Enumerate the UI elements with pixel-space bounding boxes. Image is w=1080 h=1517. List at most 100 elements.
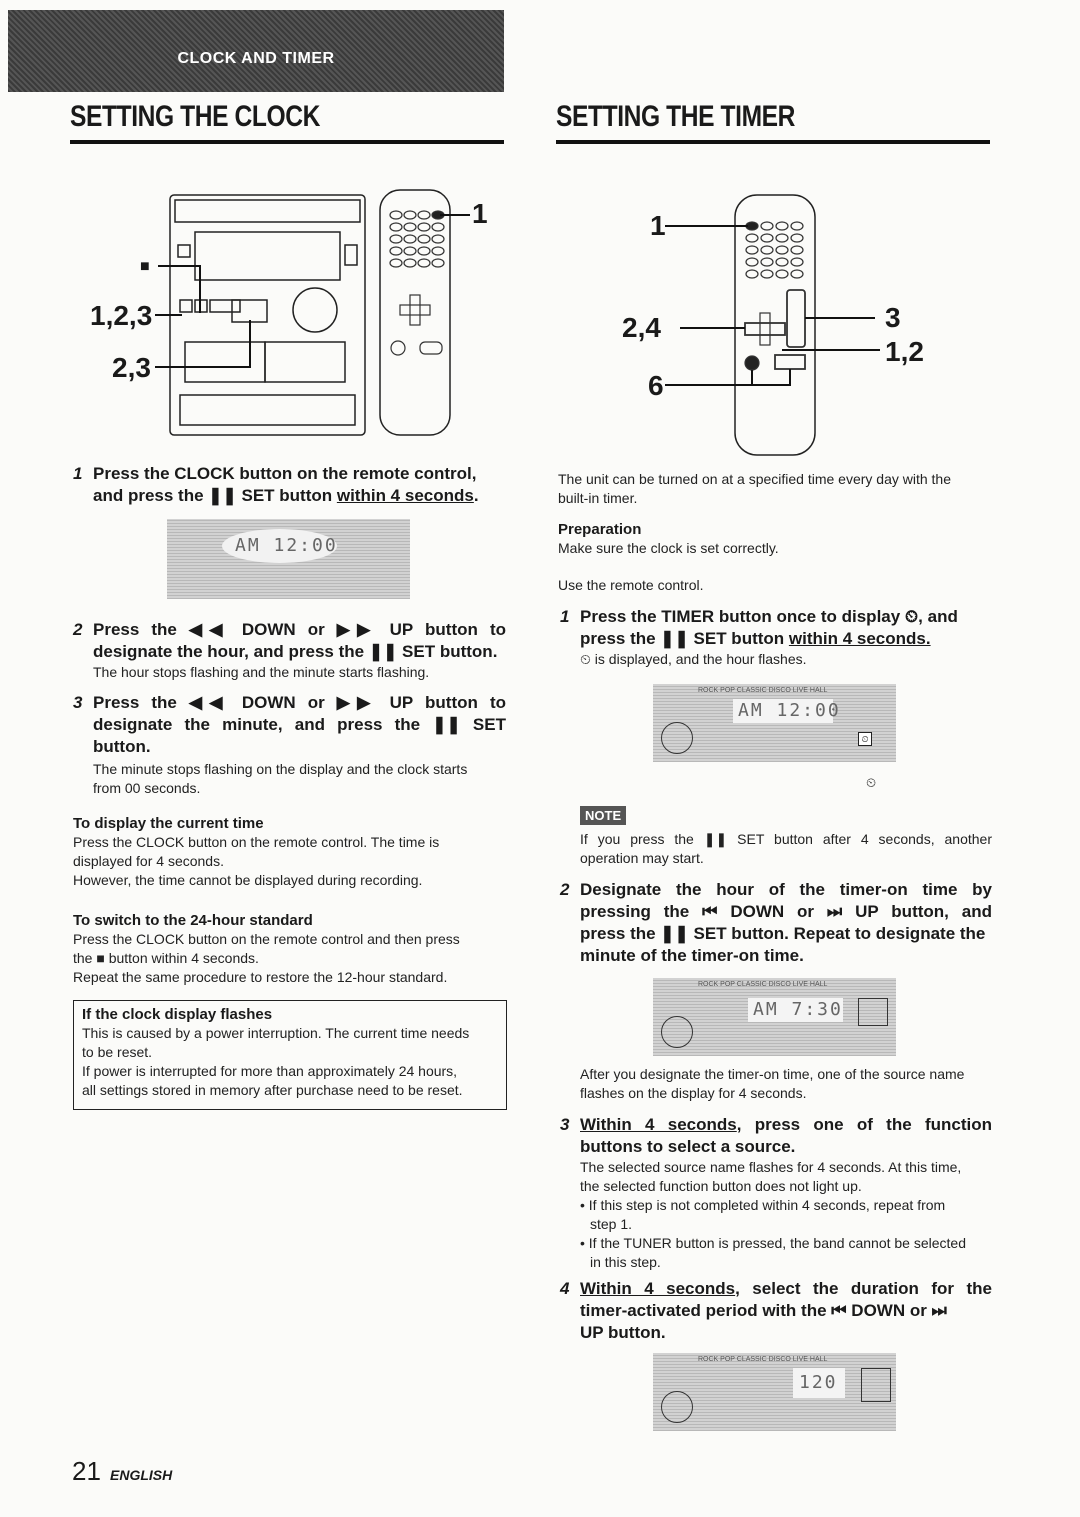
underlined-text: Within 4 seconds	[580, 1279, 736, 1298]
title-rule-left	[70, 140, 504, 144]
step-description: the selected function button does not li…	[580, 1178, 862, 1194]
timer-callout-24: 2,4	[622, 312, 661, 343]
body-text: However, the time cannot be displayed du…	[73, 872, 423, 888]
lcd-time: AM 12:00	[738, 700, 841, 721]
timer-step-1: 1 Press the TIMER button once to display…	[560, 606, 992, 669]
display-current-time-section: To display the current time Press the CL…	[73, 814, 505, 890]
subsection-title: To display the current time	[73, 815, 264, 832]
clock-section-title: SETTING THE CLOCK	[70, 100, 320, 133]
underlined-text: within 4 seconds	[336, 486, 474, 505]
callout-step-1: 1	[472, 198, 488, 229]
step-number: 2	[73, 620, 83, 639]
language-label: ENGLISH	[110, 1467, 173, 1483]
body-text: displayed for 4 seconds.	[73, 853, 224, 869]
timer-section-title: SETTING THE TIMER	[556, 100, 796, 133]
step-line: minute of the timer-on time.	[580, 946, 804, 965]
clock-flash-info-box: If the clock display flashes This is cau…	[73, 1000, 507, 1110]
body-text: to be reset.	[82, 1044, 153, 1060]
body-text: Repeat the same procedure to restore the…	[73, 969, 448, 985]
step-number: 4	[560, 1279, 570, 1298]
step-number: 3	[560, 1115, 570, 1134]
switch-24-hour-section: To switch to the 24-hour standard Press …	[73, 911, 505, 987]
lcd-speaker-icon	[661, 1391, 693, 1423]
bullet-item: in this step.	[590, 1254, 661, 1270]
timer-clock-icon: ⏲	[866, 775, 877, 790]
body-text: Press the CLOCK button on the remote con…	[73, 931, 460, 947]
step-line: pressing the ⏮ DOWN or ⏭ UP button, and	[580, 902, 992, 921]
step-number: 1	[73, 464, 83, 483]
clock-step-1: 1 Press the CLOCK button on the remote c…	[73, 463, 513, 507]
timer-callout-12: 1,2	[885, 336, 924, 367]
bullet-item: • If the TUNER button is pressed, the ba…	[580, 1235, 966, 1251]
text: press the ❚❚ SET button	[580, 629, 789, 648]
stereo-display	[194, 231, 341, 281]
step-description: The hour stops flashing and the minute s…	[93, 664, 430, 680]
lcd-time: AM 7:30	[753, 999, 843, 1020]
step-line: designate the hour, and press the ❚❚ SET…	[93, 642, 498, 661]
lcd-speaker-icon	[661, 722, 693, 754]
step-number: 1	[560, 607, 570, 626]
body-text: flashes on the display for 4 seconds.	[580, 1085, 807, 1101]
step-line: and press the ❚❚ SET button within 4 sec…	[93, 485, 513, 507]
step-line: designate the minute, and press the ❚❚ S…	[93, 715, 506, 734]
note-badge: NOTE	[580, 806, 627, 825]
lcd-duration: 120	[799, 1372, 838, 1393]
pause-icon: ❚❚	[208, 486, 237, 505]
text: .	[473, 486, 479, 505]
banner-title: CLOCK AND TIMER	[177, 50, 335, 67]
body-text: operation may start.	[580, 850, 704, 866]
body-text: This is caused by a power interruption. …	[82, 1025, 470, 1041]
body-text: all settings stored in memory after purc…	[82, 1082, 463, 1098]
step-description: ⏲ is displayed, and the hour flashes.	[580, 651, 807, 667]
title-rule-right	[556, 140, 990, 144]
timer-lcd-display-3: ROCK POP CLASSIC DISCO LIVE HALL 120	[653, 1353, 896, 1431]
body-text: The unit can be turned on at a specified…	[558, 471, 952, 487]
clock-lcd-display: AM 12:00	[167, 519, 410, 599]
clock-step-3: 3 Press the ◀◀ DOWN or ▶▶ UP button to d…	[73, 692, 506, 798]
bullet-item: step 1.	[590, 1216, 633, 1232]
lcd-speaker-icon	[661, 1016, 693, 1048]
step-line: Press the TIMER button once to display ⏲…	[580, 607, 958, 626]
underlined-text: within 4 seconds.	[788, 629, 931, 648]
bullet-item: • If this step is not completed within 4…	[580, 1197, 946, 1213]
step-line: Within 4 seconds, press one of the funct…	[580, 1114, 992, 1136]
timer-step-4: 4 Within 4 seconds, select the duration …	[560, 1278, 992, 1344]
timer-callout-1: 1	[650, 210, 666, 241]
subsection-title: To switch to the 24-hour standard	[73, 912, 313, 929]
body-text: If you press the ❚❚ SET button after 4 s…	[580, 831, 992, 847]
step-description: The selected source name flashes for 4 s…	[580, 1159, 962, 1175]
timer-indicator-icon: ⏲	[858, 732, 872, 746]
lcd-mode-labels: ROCK POP CLASSIC DISCO LIVE HALL	[698, 1356, 828, 1363]
lcd-time: AM 12:00	[235, 535, 338, 556]
step-line: UP button.	[580, 1323, 666, 1342]
timer-step-2: 2 Designate the hour of the timer-on tim…	[560, 879, 992, 967]
remote-body	[734, 194, 816, 456]
timer-lcd-display-2: ROCK POP CLASSIC DISCO LIVE HALL AM 7:30	[653, 978, 896, 1056]
underlined-text: Within 4 seconds	[580, 1115, 737, 1134]
body-text: the ■ button within 4 seconds.	[73, 950, 259, 966]
section-banner: CLOCK AND TIMER	[8, 10, 504, 92]
lcd-panel-box	[858, 998, 888, 1026]
volume-knob	[292, 287, 338, 333]
timer-intro: The unit can be turned on at a specified…	[558, 470, 998, 595]
cd-tray	[174, 199, 361, 223]
body-text: Press the CLOCK button on the remote con…	[73, 834, 440, 850]
callout-stop-icon: ■	[140, 258, 150, 275]
text: , select the duration for the	[735, 1279, 992, 1298]
body-text: Make sure the clock is set correctly.	[558, 540, 779, 556]
text: , press one of the function	[736, 1115, 992, 1134]
box-title: If the clock display flashes	[82, 1006, 273, 1023]
body-text: If power is interrupted for more than ap…	[82, 1063, 458, 1079]
lcd-mode-labels: ROCK POP CLASSIC DISCO LIVE HALL	[698, 981, 828, 988]
clock-step-2: 2 Press the ◀◀ DOWN or ▶▶ UP button to d…	[73, 619, 506, 682]
step-line: Designate the hour of the timer-on time …	[580, 880, 992, 899]
step-line: Within 4 seconds, select the duration fo…	[580, 1278, 992, 1300]
step-description: from 00 seconds.	[93, 780, 201, 796]
stereo-and-remote-illustration: 1 ■ 1,2,3 2,3	[60, 170, 500, 440]
step-description: The minute stops flashing on the display…	[93, 761, 468, 777]
note-text: If you press the ❚❚ SET button after 4 s…	[580, 830, 992, 868]
remote-illustration: 1 2,4 3 1,2 6	[622, 180, 940, 460]
step-line: button.	[93, 737, 151, 756]
timer-step-3: 3 Within 4 seconds, press one of the fun…	[560, 1114, 992, 1272]
step-line: Press the ◀◀ DOWN or ▶▶ UP button to	[93, 693, 506, 712]
